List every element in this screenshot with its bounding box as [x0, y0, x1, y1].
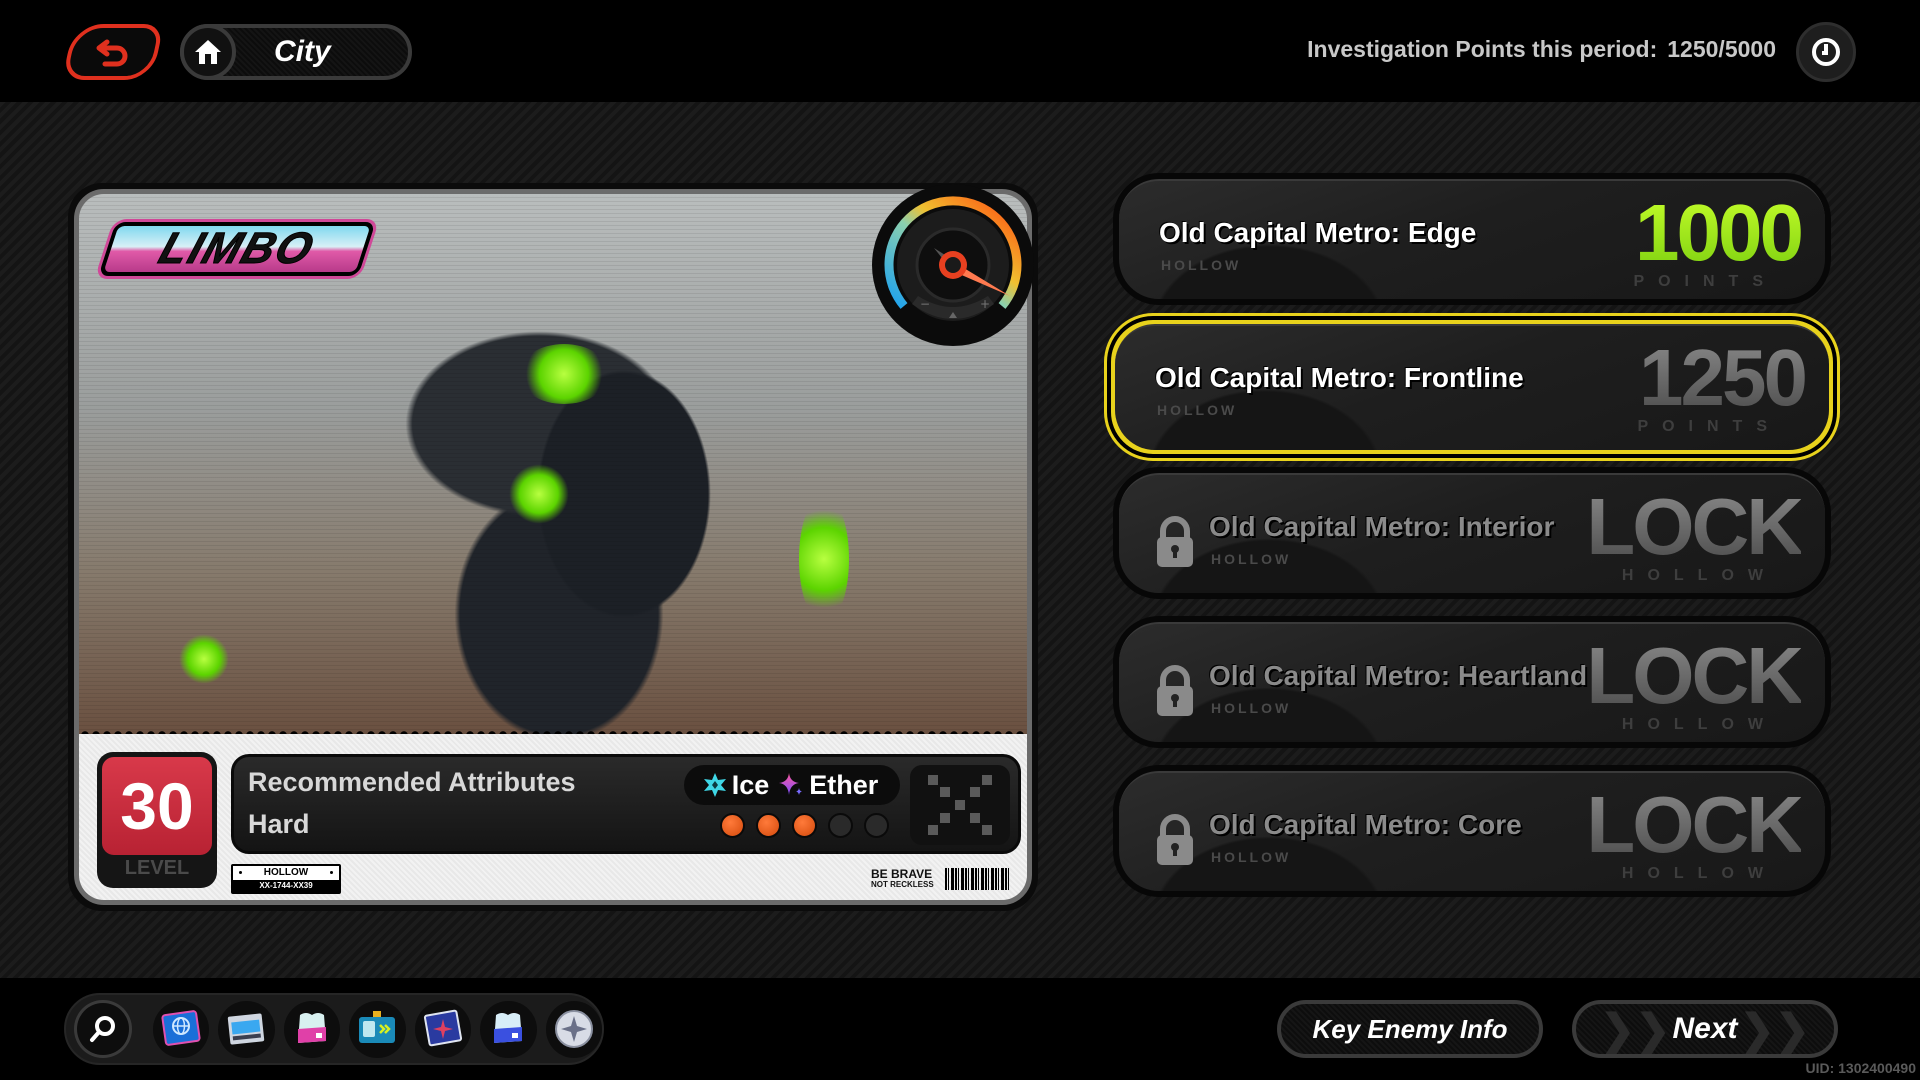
- stage-type: HOLLOW: [1161, 257, 1242, 273]
- stage-item[interactable]: Old Capital Metro: Core HOLLOW LOCK HOLLOW: [1113, 765, 1831, 897]
- key-enemy-info-button[interactable]: Key Enemy Info: [1277, 1000, 1543, 1058]
- difficulty-dot-filled: [792, 813, 817, 838]
- period-timer-button[interactable]: [1796, 22, 1856, 82]
- id-card-icon: [359, 1011, 396, 1043]
- stage-type: HOLLOW: [1211, 551, 1292, 567]
- element-tags: Ice Ether: [684, 765, 900, 805]
- stage-type: HOLLOW: [1211, 700, 1292, 716]
- map-card-icon: [423, 1009, 462, 1047]
- stage-name: Old Capital Metro: Edge: [1159, 217, 1477, 248]
- lock-icon: [1157, 814, 1193, 865]
- difficulty-rating: [720, 813, 889, 838]
- stage-points-unit: POINTS: [1633, 273, 1777, 290]
- stage-points-unit: HOLLOW: [1621, 865, 1777, 882]
- toolbar-film-card-button[interactable]: [218, 1000, 275, 1058]
- chevron-right-icon: ❯❯: [1739, 1006, 1810, 1053]
- plate-bottom-text: XX-1744-XX39: [259, 881, 313, 890]
- ether-sparkle-icon: [779, 773, 803, 795]
- timer-icon: [1812, 38, 1840, 66]
- toolbar-pink-pass-button[interactable]: [283, 1000, 341, 1058]
- stage-item[interactable]: Old Capital Metro: Frontline HOLLOW 1250 PO…: [1107, 316, 1837, 458]
- stage-points-unit: POINTS: [1637, 418, 1781, 435]
- investigation-points-value: 1250/5000: [1667, 36, 1776, 62]
- stage-item[interactable]: Old Capital Metro: Edge HOLLOW 1000 POINTS: [1113, 173, 1831, 305]
- stage-points: LOCK: [1586, 780, 1804, 869]
- stage-points-unit: HOLLOW: [1621, 716, 1777, 733]
- search-icon: [89, 1016, 115, 1042]
- plate-top-text: HOLLOW: [233, 866, 339, 880]
- difficulty-dot-empty: [828, 813, 853, 838]
- level-badge: 30 LEVEL: [97, 752, 217, 888]
- svg-text:−: −: [920, 297, 930, 311]
- toolbar-medal-button[interactable]: [545, 1000, 603, 1058]
- slogan-line-1: BE BRAVE: [871, 867, 933, 881]
- element-ether: Ether: [809, 769, 879, 800]
- drop-preview: [910, 765, 1010, 845]
- back-arrow-icon: [96, 39, 128, 67]
- quick-toolbar: [64, 993, 604, 1065]
- level-label: LEVEL: [124, 857, 190, 879]
- toolbar-globe-card-button[interactable]: [152, 1000, 210, 1058]
- toolbar-id-card-button[interactable]: [349, 1000, 406, 1058]
- difficulty-label: Hard: [248, 809, 310, 839]
- lock-icon: [1157, 665, 1193, 716]
- difficulty-dot-empty: [864, 813, 889, 838]
- stage-name: Old Capital Metro: Interior: [1209, 511, 1555, 542]
- enemy-glow: [519, 344, 609, 404]
- toolbar-blue-pass-button[interactable]: [480, 1000, 537, 1058]
- pixel-x-icon: [928, 775, 992, 835]
- toolbar-map-card-button[interactable]: [414, 1000, 472, 1058]
- home-button[interactable]: [180, 24, 236, 80]
- slogan-line-2: NOT RECKLESS: [871, 880, 934, 889]
- chevron-right-icon: ❯❯: [1600, 1006, 1671, 1053]
- gauge-dial-icon: − +: [884, 196, 1022, 321]
- lock-icon: [1157, 516, 1193, 567]
- medal-icon: [554, 1010, 593, 1048]
- investigation-points-label: Investigation Points this period:: [1307, 36, 1658, 62]
- stage-type: HOLLOW: [1211, 849, 1292, 865]
- stage-points: 1000: [1635, 188, 1804, 277]
- film-card-icon: [228, 1013, 265, 1045]
- location-label: City: [274, 35, 331, 68]
- attributes-panel: Recommended Attributes Hard Ice Ether: [231, 754, 1021, 854]
- enemy-logo-text: LIMBO: [153, 224, 322, 274]
- svg-text:+: +: [980, 297, 990, 311]
- attributes-title: Recommended Attributes: [248, 767, 576, 797]
- barcode: [945, 868, 1011, 890]
- location-breadcrumb[interactable]: City: [180, 24, 412, 80]
- difficulty-gauge[interactable]: − +: [872, 184, 1034, 346]
- enemy-glow: [179, 634, 229, 684]
- next-label: Next: [1672, 1012, 1738, 1045]
- stage-points: LOCK: [1586, 631, 1804, 720]
- info-strip: 30 LEVEL Recommended Attributes Hard Ice: [79, 734, 1027, 900]
- next-button[interactable]: ❯❯ ❯❯ Next: [1572, 1000, 1838, 1058]
- user-id: UID: 1302400490: [1805, 1060, 1916, 1076]
- stage-points-unit: HOLLOW: [1621, 567, 1777, 584]
- blue-pass-icon: [494, 1013, 523, 1043]
- license-plate: HOLLOW XX-1744-XX39: [231, 864, 341, 894]
- investigation-points: Investigation Points this period: 1250/50…: [1307, 36, 1776, 63]
- key-enemy-info-label: Key Enemy Info: [1312, 1013, 1508, 1044]
- enemy-glow: [509, 464, 569, 524]
- enemy-logo: LIMBO: [98, 222, 376, 276]
- stage-name: Old Capital Metro: Core: [1209, 809, 1522, 840]
- stage-name: Old Capital Metro: Frontline: [1155, 362, 1524, 393]
- stage-points: LOCK: [1586, 482, 1804, 571]
- stage-item[interactable]: Old Capital Metro: Heartland HOLLOW LOCK HO…: [1113, 616, 1831, 748]
- element-ice: Ice: [731, 769, 770, 800]
- ice-star-icon: [703, 773, 726, 797]
- enemy-glow: [799, 494, 849, 624]
- level-value: 30: [120, 769, 194, 843]
- stage-type: HOLLOW: [1157, 402, 1238, 418]
- slogan: BE BRAVE NOT RECKLESS: [871, 868, 934, 889]
- stage-name: Old Capital Metro: Heartland: [1209, 660, 1588, 691]
- difficulty-dot-filled: [720, 813, 745, 838]
- globe-card-icon: [161, 1010, 201, 1046]
- difficulty-dot-filled: [756, 813, 781, 838]
- stage-item[interactable]: Old Capital Metro: Interior HOLLOW LOCK HOL…: [1113, 467, 1831, 599]
- home-icon: [195, 40, 221, 64]
- pink-pass-icon: [297, 1013, 326, 1043]
- stage-points: 1250: [1639, 333, 1808, 422]
- toolbar-search-button[interactable]: [74, 1000, 132, 1058]
